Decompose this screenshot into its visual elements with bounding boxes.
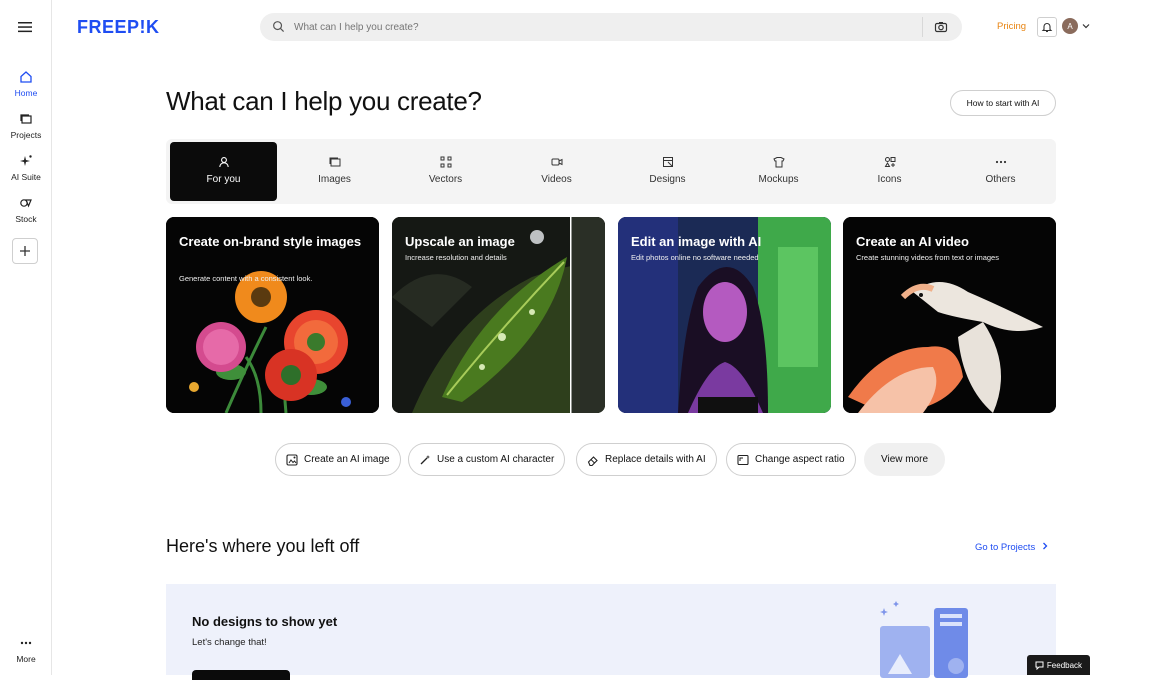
card-upscale-image[interactable]: Upscale an image Increase resolution and… — [392, 217, 605, 413]
empty-projects-panel: No designs to show yet Let's change that… — [166, 584, 1056, 680]
card-title: Create on-brand style images — [179, 234, 362, 249]
tab-label: Images — [318, 174, 351, 185]
icons-icon — [884, 157, 895, 167]
ai-image-icon — [286, 453, 298, 466]
pill-label: View more — [881, 454, 929, 465]
add-button[interactable] — [12, 238, 38, 264]
avatar[interactable]: A — [1062, 18, 1078, 34]
tab-label: Icons — [877, 174, 902, 185]
sidebar-item-label: Projects — [10, 130, 42, 140]
sidebar-item-label: More — [16, 654, 36, 664]
home-icon — [20, 71, 32, 83]
tab-mockups[interactable]: Mockups — [725, 142, 832, 201]
change-aspect-ratio-button[interactable]: Change aspect ratio — [726, 443, 856, 476]
chevron-down-icon[interactable] — [1082, 22, 1090, 30]
menu-icon[interactable] — [16, 18, 34, 36]
sidebar-item-home[interactable]: Home — [0, 70, 52, 98]
empty-subtitle: Let's change that! — [192, 637, 267, 648]
images-icon — [329, 157, 340, 167]
empty-state-illustration — [880, 601, 968, 678]
tab-designs[interactable]: Designs — [614, 142, 721, 201]
empty-title: No designs to show yet — [192, 614, 338, 629]
eraser-icon — [587, 455, 598, 466]
vectors-icon — [440, 156, 451, 168]
card-title: Edit an image with AI — [631, 234, 762, 249]
create-ai-image-button[interactable]: Create an AI image — [275, 443, 401, 476]
search-bar[interactable] — [260, 13, 962, 41]
user-icon — [218, 157, 229, 168]
pill-label: Create an AI image — [304, 454, 390, 465]
chat-icon — [1035, 661, 1044, 670]
category-tabs: For you Images Vectors Videos Designs Mo… — [166, 139, 1056, 204]
video-icon — [551, 158, 562, 166]
freepik-logo[interactable]: FREEP!K — [77, 17, 160, 38]
bell-icon — [1041, 23, 1053, 33]
sidebar-item-projects[interactable]: Projects — [0, 112, 52, 140]
tab-label: Others — [985, 174, 1016, 185]
sidebar-item-stock[interactable]: Stock — [0, 196, 52, 224]
card-title: Create an AI video — [856, 234, 969, 249]
sidebar-item-label: AI Suite — [11, 172, 41, 182]
tab-label: For you — [206, 174, 241, 185]
sparkle-icon — [20, 155, 32, 166]
how-to-start-button[interactable]: How to start with AI — [950, 90, 1056, 116]
custom-ai-character-button[interactable]: Use a custom AI character — [408, 443, 566, 476]
sidebar-item-more[interactable]: More — [0, 636, 52, 664]
chevron-right-icon — [1042, 542, 1048, 550]
search-icon — [273, 21, 285, 33]
view-more-button[interactable]: View more — [864, 443, 946, 476]
aspect-ratio-icon — [737, 454, 749, 465]
tab-label: Designs — [649, 174, 686, 185]
card-subtitle: Generate content with a consistent look. — [179, 274, 313, 283]
card-title: Upscale an image — [405, 234, 515, 249]
sidebar-item-ai-suite[interactable]: AI Suite — [0, 154, 52, 182]
tab-vectors[interactable]: Vectors — [392, 142, 499, 201]
search-input[interactable] — [294, 13, 894, 41]
tab-label: Vectors — [428, 174, 463, 185]
card-subtitle: Increase resolution and details — [405, 253, 507, 262]
card-on-brand-images[interactable]: Create on-brand style images Generate co… — [166, 217, 379, 413]
camera-icon[interactable] — [934, 20, 948, 34]
ellipsis-icon — [20, 641, 32, 645]
page-title: What can I help you create? — [166, 86, 482, 116]
stock-icon — [20, 199, 32, 208]
pricing-link[interactable]: Pricing — [997, 21, 1026, 32]
feedback-label: Feedback — [1046, 660, 1083, 670]
projects-icon — [20, 114, 32, 124]
mockup-icon — [772, 157, 785, 168]
pill-label: Replace details with AI — [605, 454, 706, 465]
go-to-projects-link[interactable]: Go to Projects — [975, 542, 1049, 553]
feedback-button[interactable]: Feedback — [1027, 655, 1090, 675]
tab-for-you[interactable]: For you — [170, 142, 277, 201]
plus-icon — [20, 246, 30, 256]
tab-icons[interactable]: Icons — [836, 142, 943, 201]
card-edit-image[interactable]: Edit an image with AI Edit photos online… — [618, 217, 831, 413]
tab-others[interactable]: Others — [947, 142, 1054, 201]
ellipsis-icon — [995, 160, 1006, 164]
magic-wand-icon — [420, 454, 430, 464]
link-label: Go to Projects — [975, 542, 1036, 553]
create-project-button[interactable] — [192, 670, 290, 680]
tab-label: Mockups — [758, 174, 799, 185]
designs-icon — [662, 157, 673, 167]
pill-label: Use a custom AI character — [437, 454, 555, 465]
sidebar: Home Projects AI Suite Stock More — [0, 0, 52, 675]
pill-label: Change aspect ratio — [755, 454, 845, 465]
sidebar-item-label: Home — [14, 88, 38, 98]
sidebar-item-label: Stock — [15, 214, 37, 224]
section-title: Here's where you left off — [166, 536, 360, 556]
tab-videos[interactable]: Videos — [503, 142, 610, 201]
notifications-button[interactable] — [1037, 17, 1057, 37]
search-divider — [922, 17, 923, 37]
replace-details-button[interactable]: Replace details with AI — [576, 443, 717, 476]
tab-images[interactable]: Images — [281, 142, 388, 201]
tab-label: Videos — [541, 174, 572, 185]
card-ai-video[interactable]: Create an AI video Create stunning video… — [843, 217, 1056, 413]
card-subtitle: Create stunning videos from text or imag… — [856, 253, 999, 262]
card-subtitle: Edit photos online no software needed — [631, 253, 759, 262]
